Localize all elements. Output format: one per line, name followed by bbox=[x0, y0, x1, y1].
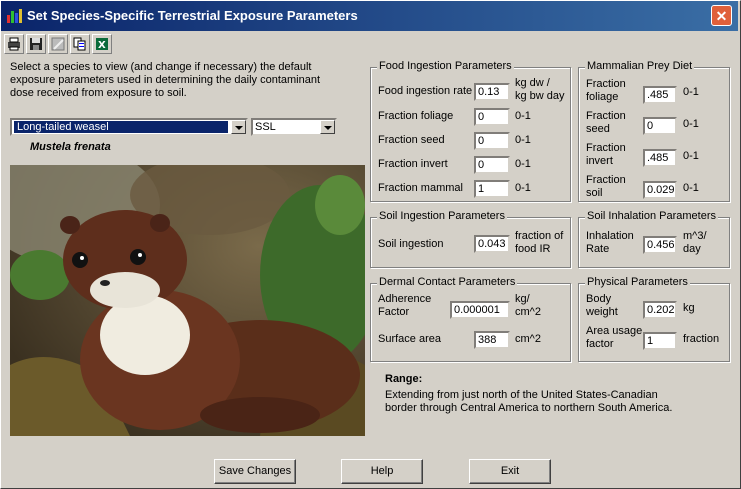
inhalation-rate-label: Inhalation bbox=[586, 230, 634, 242]
save-changes-button[interactable]: Save Changes bbox=[214, 459, 296, 484]
copy-icon bbox=[73, 37, 86, 51]
surface-area-unit: cm^2 bbox=[515, 333, 541, 345]
screening-select[interactable]: SSL bbox=[251, 118, 337, 136]
adherence-factor-input[interactable]: 0.000001 bbox=[450, 301, 510, 319]
area-usage-factor-label: factor bbox=[586, 338, 614, 350]
body-weight-unit: kg bbox=[683, 302, 695, 314]
prey-foliage-input[interactable]: .485 bbox=[643, 86, 677, 104]
edit-button[interactable] bbox=[48, 34, 68, 54]
fraction-mammal-input[interactable]: 1 bbox=[474, 180, 510, 198]
print-button[interactable] bbox=[4, 34, 24, 54]
prey-foliage-unit: 0-1 bbox=[683, 86, 699, 98]
chevron-down-icon[interactable] bbox=[320, 120, 335, 134]
print-icon bbox=[8, 37, 20, 51]
group-title: Mammalian Prey Diet bbox=[585, 60, 695, 72]
title-bar: Set Species-Specific Terrestrial Exposur… bbox=[1, 1, 738, 31]
exit-button[interactable]: Exit bbox=[469, 459, 551, 484]
save-icon bbox=[30, 38, 42, 50]
prey-soil-input[interactable]: 0.029 bbox=[643, 181, 677, 199]
fraction-mammal-label: Fraction mammal bbox=[378, 182, 463, 194]
range-text: Extending from just north of the United … bbox=[385, 389, 673, 414]
inhalation-rate-unit: day bbox=[683, 243, 701, 255]
prey-soil-label: Fraction bbox=[586, 174, 626, 186]
adherence-factor-label: Factor bbox=[378, 306, 410, 318]
surface-area-input[interactable]: 388 bbox=[474, 331, 510, 349]
body-weight-label: weight bbox=[586, 306, 618, 318]
soil-ingestion-unit: food IR bbox=[515, 243, 551, 255]
food-ingestion-unit: kg dw / bbox=[515, 77, 550, 89]
species-select[interactable]: Long-tailed weasel bbox=[10, 118, 248, 136]
food-ingestion-unit: kg bw day bbox=[515, 90, 565, 102]
area-usage-factor-unit: fraction bbox=[683, 333, 720, 345]
area-usage-factor-label: Area usage bbox=[586, 325, 643, 337]
fraction-invert-unit: 0-1 bbox=[515, 158, 531, 170]
prey-invert-unit: 0-1 bbox=[683, 150, 699, 162]
fraction-seed-input[interactable]: 0 bbox=[474, 132, 510, 150]
fraction-mammal-unit: 0-1 bbox=[515, 182, 531, 194]
copy-button[interactable] bbox=[70, 34, 90, 54]
scientific-name: Mustela frenata bbox=[30, 141, 111, 153]
soil-ingestion-input[interactable]: 0.043 bbox=[474, 235, 510, 253]
group-title: Food Ingestion Parameters bbox=[377, 60, 514, 72]
excel-button[interactable]: X bbox=[92, 34, 112, 54]
help-button[interactable]: Help bbox=[341, 459, 423, 484]
fraction-foliage-unit: 0-1 bbox=[515, 110, 531, 122]
fraction-seed-label: Fraction seed bbox=[378, 134, 445, 146]
fraction-invert-label: Fraction invert bbox=[378, 158, 448, 170]
food-ingestion-rate-input[interactable]: 0.13 bbox=[474, 83, 510, 101]
species-photo bbox=[10, 165, 365, 436]
prey-invert-input[interactable]: .485 bbox=[643, 149, 677, 167]
group-title: Dermal Contact Parameters bbox=[377, 276, 518, 288]
fraction-seed-unit: 0-1 bbox=[515, 134, 531, 146]
prey-foliage-label: foliage bbox=[586, 91, 619, 103]
inhalation-rate-label: Rate bbox=[586, 243, 610, 255]
app-icon bbox=[7, 9, 22, 23]
species-selected-value: Long-tailed weasel bbox=[14, 121, 228, 133]
inhalation-rate-unit: m^3/ bbox=[683, 230, 707, 242]
chevron-down-icon[interactable] bbox=[231, 120, 246, 134]
intro-text: Select a species to view (and change if … bbox=[10, 61, 321, 99]
group-title: Soil Inhalation Parameters bbox=[585, 210, 719, 222]
body-weight-input[interactable]: 0.202 bbox=[643, 301, 677, 319]
fraction-foliage-label: Fraction foliage bbox=[378, 110, 454, 122]
surface-area-label: Surface area bbox=[378, 333, 441, 345]
body-weight-label: Body bbox=[586, 293, 612, 305]
window-title: Set Species-Specific Terrestrial Exposur… bbox=[27, 8, 358, 23]
edit-icon bbox=[51, 37, 65, 51]
prey-seed-unit: 0-1 bbox=[683, 118, 699, 130]
prey-invert-label: invert bbox=[586, 155, 613, 167]
fraction-invert-input[interactable]: 0 bbox=[474, 156, 510, 174]
close-icon: ✕ bbox=[715, 8, 728, 24]
food-ingestion-rate-label: Food ingestion rate bbox=[378, 85, 473, 97]
fraction-foliage-input[interactable]: 0 bbox=[474, 108, 510, 126]
prey-soil-label: soil bbox=[586, 187, 603, 199]
group-title: Soil Ingestion Parameters bbox=[377, 210, 507, 222]
soil-ingestion-label: Soil ingestion bbox=[378, 238, 444, 250]
range-title: Range: bbox=[385, 373, 423, 385]
prey-seed-label: seed bbox=[586, 123, 610, 135]
save-button[interactable] bbox=[26, 34, 46, 54]
inhalation-rate-input[interactable]: 0.456 bbox=[643, 236, 677, 254]
prey-foliage-label: Fraction bbox=[586, 78, 626, 90]
adherence-factor-unit: cm^2 bbox=[515, 306, 541, 318]
close-button[interactable]: ✕ bbox=[711, 5, 732, 26]
adherence-factor-unit: kg/ bbox=[515, 293, 530, 305]
prey-seed-label: Fraction bbox=[586, 110, 626, 122]
svg-text:X: X bbox=[98, 40, 106, 51]
prey-soil-unit: 0-1 bbox=[683, 182, 699, 194]
screening-selected-value: SSL bbox=[255, 121, 276, 133]
adherence-factor-label: Adherence bbox=[378, 293, 432, 305]
prey-seed-input[interactable]: 0 bbox=[643, 117, 677, 135]
group-title: Physical Parameters bbox=[585, 276, 690, 288]
area-usage-factor-input[interactable]: 1 bbox=[643, 332, 677, 350]
prey-invert-label: Fraction bbox=[586, 142, 626, 154]
excel-icon: X bbox=[96, 38, 108, 51]
soil-ingestion-unit: fraction of bbox=[515, 230, 564, 242]
